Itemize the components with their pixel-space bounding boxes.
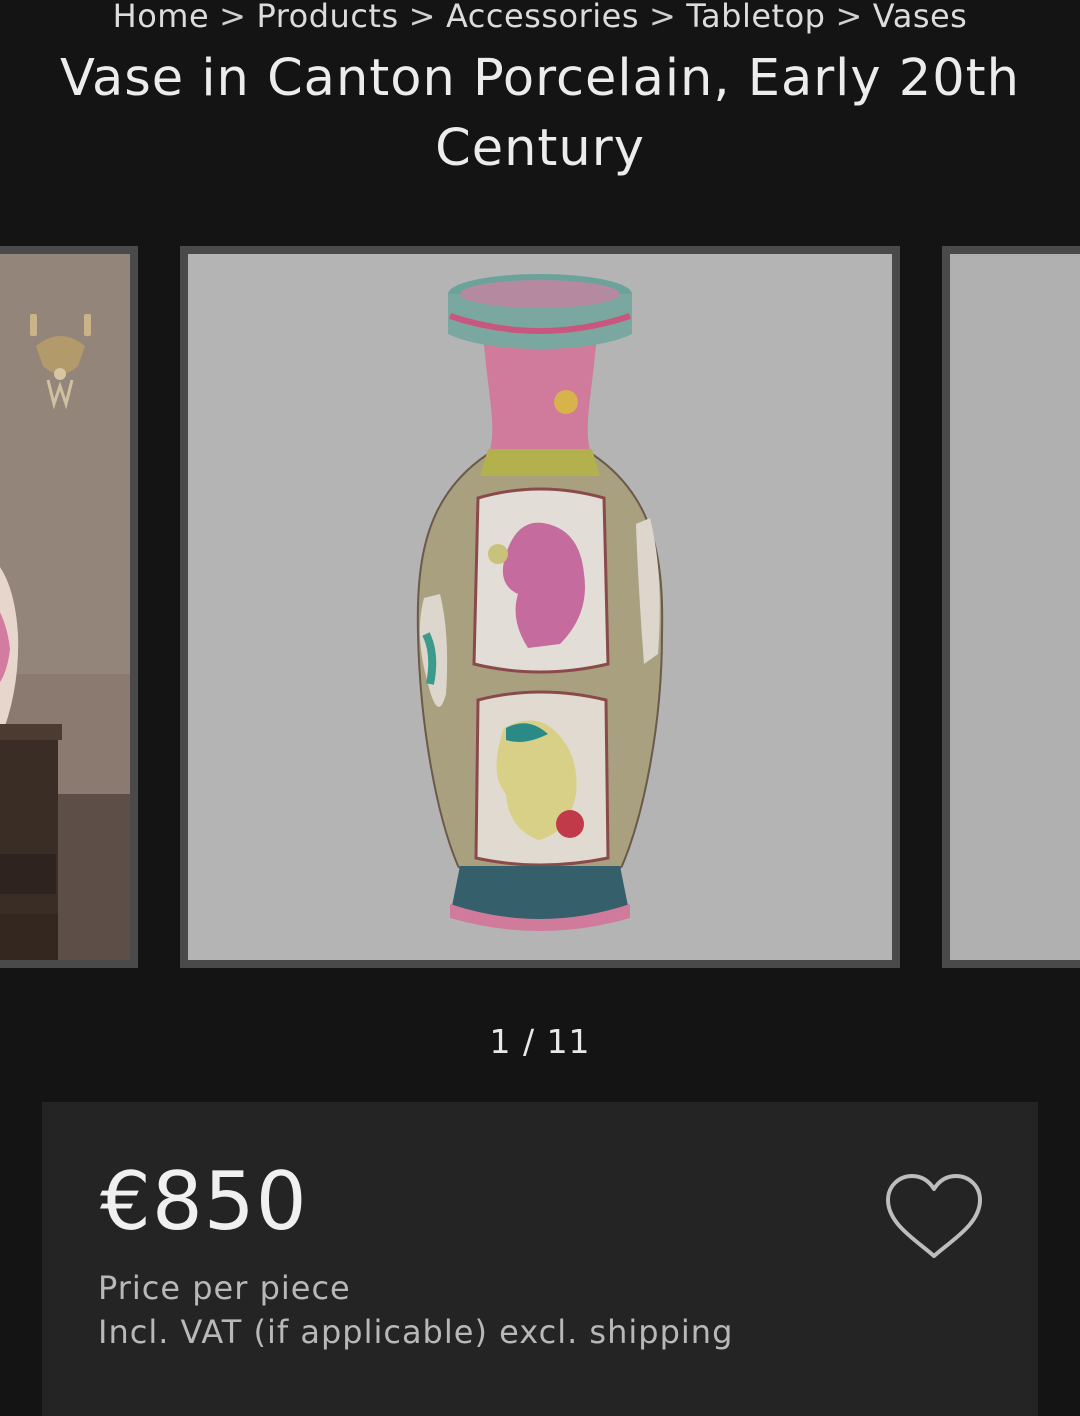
add-to-wishlist-button[interactable]: [882, 1172, 986, 1262]
page-title: Vase in Canton Porcelain, Early 20th Cen…: [60, 49, 1020, 178]
image-carousel[interactable]: [0, 246, 1080, 968]
gallery-counter: 1 / 11: [0, 1020, 1080, 1064]
gallery-total-count: 11: [546, 1022, 591, 1061]
carousel-slide-next[interactable]: [942, 246, 1080, 968]
carousel-slide-previous[interactable]: [0, 246, 138, 968]
product-page: Home > Products > Accessories > Tabletop > Vases…: [0, 0, 1080, 1416]
price-tax-note: Incl. VAT (if applicable) excl. shipping: [98, 1313, 734, 1351]
breadcrumb-separator: >: [648, 0, 677, 35]
breadcrumb-separator: >: [219, 0, 247, 35]
vase-photo: [188, 254, 892, 960]
breadcrumb-vases[interactable]: Vases: [873, 0, 968, 35]
next-photo: [950, 254, 1080, 960]
carousel-slide-current[interactable]: [180, 246, 900, 968]
heart-outline-icon: [886, 1174, 982, 1258]
breadcrumb-separator: >: [408, 0, 436, 35]
breadcrumb: Home > Products > Accessories > Tabletop > Vases: [0, 0, 1080, 38]
breadcrumb-accessories[interactable]: Accessories: [446, 0, 639, 35]
price-unit-note: Price per piece: [98, 1269, 351, 1307]
gallery-current-index: 1: [489, 1022, 512, 1061]
breadcrumb-tabletop[interactable]: Tabletop: [686, 0, 825, 35]
room-scene-photo: [0, 254, 130, 960]
gallery-counter-separator: /: [522, 1022, 536, 1061]
breadcrumb-home[interactable]: Home: [113, 0, 210, 35]
breadcrumb-separator: >: [835, 0, 863, 35]
breadcrumb-products[interactable]: Products: [256, 0, 398, 35]
price: €850: [100, 1155, 308, 1248]
price-card: €850 Price per piece Incl. VAT (if appli…: [42, 1102, 1038, 1416]
